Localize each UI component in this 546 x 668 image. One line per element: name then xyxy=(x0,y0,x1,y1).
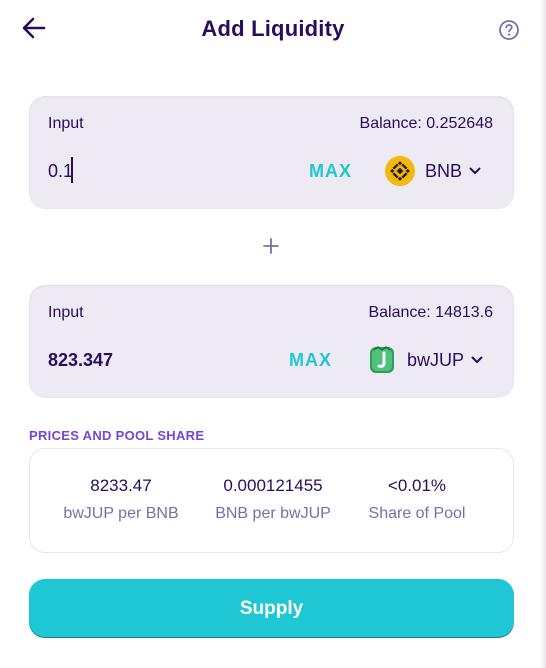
price-stat: 8233.47 bwJUP per BNB xyxy=(46,476,196,523)
bnb-icon xyxy=(385,156,415,186)
balance-text: Balance: 0.252648 xyxy=(359,115,493,132)
share-of-pool-stat: <0.01% Share of Pool xyxy=(342,476,492,523)
bwjup-icon xyxy=(370,346,394,373)
stat-value: <0.01% xyxy=(387,476,447,495)
page-header: Add Liquidity xyxy=(0,0,546,60)
stat-label: bwJUP per BNB xyxy=(63,505,179,522)
chevron-down-icon xyxy=(469,167,481,174)
plus-icon xyxy=(263,238,279,254)
token-symbol: bwJUP xyxy=(407,349,465,370)
currency-input-panel-b: Input Balance: 14813.6 MAX bwJUP xyxy=(29,285,514,398)
token-symbol: BNB xyxy=(425,160,463,181)
amount-input-a[interactable] xyxy=(48,156,248,186)
chevron-down-icon xyxy=(471,356,483,363)
stat-value: 0.000121455 xyxy=(223,476,323,495)
max-button-a[interactable]: MAX xyxy=(309,161,352,182)
page-title: Add Liquidity xyxy=(201,16,345,41)
prices-pool-share-heading: PRICES AND POOL SHARE xyxy=(29,428,205,443)
pool-share-box: 8233.47 bwJUP per BNB 0.000121455 BNB pe… xyxy=(29,448,514,553)
input-label: Input xyxy=(48,115,84,132)
price-stat: 0.000121455 BNB per bwJUP xyxy=(198,476,348,523)
stat-label: BNB per bwJUP xyxy=(215,505,331,522)
stat-label: Share of Pool xyxy=(368,505,466,522)
text-caret xyxy=(71,157,73,183)
supply-button[interactable]: Supply xyxy=(29,579,514,638)
help-icon[interactable] xyxy=(498,19,520,41)
amount-input-b[interactable] xyxy=(48,345,248,375)
token-selector-b[interactable]: bwJUP xyxy=(366,343,483,377)
balance-text: Balance: 14813.6 xyxy=(368,304,493,321)
currency-input-panel-a: Input Balance: 0.252648 MAX BNB xyxy=(29,96,514,209)
panel-edge xyxy=(540,0,546,668)
stat-value: 8233.47 xyxy=(90,476,152,495)
token-selector-a[interactable]: BNB xyxy=(384,154,481,188)
max-button-b[interactable]: MAX xyxy=(289,350,332,371)
input-label: Input xyxy=(48,304,84,321)
